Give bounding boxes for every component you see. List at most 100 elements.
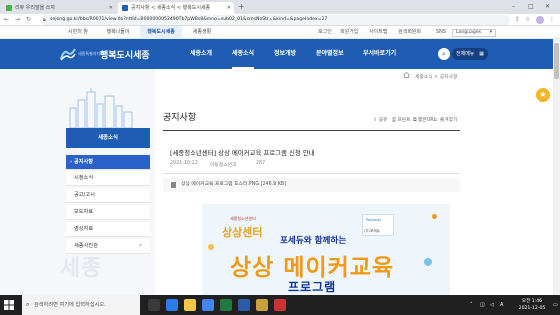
site-logo-text[interactable]: 행복도시세종 bbox=[100, 48, 150, 61]
profile-avatar[interactable] bbox=[536, 16, 544, 24]
all-menu-button[interactable]: 전체메뉴 ▦ bbox=[452, 48, 488, 60]
tab-close-icon[interactable]: ✕ bbox=[227, 2, 231, 14]
reload-icon[interactable]: ↻ bbox=[26, 15, 31, 25]
new-tab-button[interactable]: + bbox=[238, 2, 245, 12]
signup-link[interactable]: 회원가입 bbox=[340, 26, 358, 39]
sidebar-item-announcements[interactable]: 공고/고시 bbox=[66, 188, 150, 203]
tray-up-icon[interactable]: ˄ bbox=[470, 295, 473, 315]
share-icon[interactable]: ⇪ bbox=[515, 15, 520, 25]
print-button[interactable]: ⎙ 프린트 bbox=[392, 116, 411, 123]
sidebar-item-press[interactable]: 보도자료 bbox=[66, 205, 150, 220]
sidebar-item-notice[interactable]: › 공지사항 bbox=[66, 155, 150, 170]
clock-time: 오전 1:46 bbox=[521, 299, 543, 304]
poster-title-2: 프로그램 bbox=[288, 280, 337, 294]
app-icon[interactable] bbox=[274, 299, 286, 311]
scrollbar-thumb[interactable] bbox=[554, 43, 559, 79]
excel-app-icon[interactable] bbox=[220, 299, 232, 311]
notification-icon[interactable]: ▭ bbox=[553, 295, 558, 315]
chevron-down-icon: ▾ bbox=[489, 30, 492, 35]
sitemap-link[interactable]: 사이트맵 bbox=[369, 26, 387, 39]
close-window-button[interactable]: ✕ bbox=[545, 2, 550, 12]
home-icon[interactable] bbox=[403, 72, 410, 78]
share-icon: ⇧ bbox=[373, 118, 378, 123]
ime-indicator[interactable]: A bbox=[500, 295, 503, 315]
site-link-citizen[interactable]: 시민의 창 bbox=[60, 26, 96, 39]
taskbar-clock[interactable]: 오전 1:46 2021-12-05 bbox=[512, 298, 552, 312]
sidebar-item-video[interactable]: 영상자료 bbox=[66, 222, 150, 237]
post-department: 아동청소년과 bbox=[210, 163, 237, 168]
tab-favicon-icon bbox=[122, 5, 128, 11]
poster-brand: 상상센터 bbox=[222, 226, 263, 239]
favorite-button[interactable]: ☆ 즐겨찾기 bbox=[434, 116, 458, 123]
url-text: sejong.go.kr/bbs/R0071/view.do?nttId=B00… bbox=[50, 17, 328, 22]
sidebar-item-label: 공지사항 bbox=[73, 159, 94, 165]
print-icon: ⎙ bbox=[392, 118, 396, 123]
edge-app-icon[interactable] bbox=[166, 299, 178, 311]
favorite-star-icon[interactable]: ★ bbox=[536, 88, 550, 102]
gnb-open-info[interactable]: 정보개방 bbox=[274, 39, 296, 69]
poster-partner-name: Ponsedu bbox=[366, 218, 382, 222]
browser-tab-1[interactable]: 리뷰 우리말을 쓰자 ✕ bbox=[2, 2, 116, 14]
address-bar[interactable]: 🔒︎ sejong.go.kr/bbs/R0071/view.do?nttId=… bbox=[40, 15, 510, 25]
sejong-logo-icon[interactable] bbox=[60, 47, 76, 61]
back-icon[interactable]: ← bbox=[4, 15, 9, 25]
external-link-icon: ↗ bbox=[137, 243, 142, 249]
short-url-button[interactable]: ⧉ 짧은URL bbox=[413, 116, 436, 123]
post-date: 2021-10-22 bbox=[170, 161, 198, 166]
sns-link[interactable]: SNS bbox=[436, 26, 446, 39]
tab-close-icon[interactable]: ✕ bbox=[109, 2, 113, 14]
forward-icon[interactable]: → bbox=[15, 15, 20, 25]
login-link[interactable]: 로그인 bbox=[318, 26, 332, 39]
site-link-sejong[interactable]: 행복도시세종 bbox=[140, 26, 182, 39]
hwp-app-icon[interactable] bbox=[256, 299, 268, 311]
search-icon[interactable]: ⌕ bbox=[438, 48, 450, 60]
attachment-link[interactable]: 상상 메이커교육 프로그램 포스터.PNG [246.9 KB] bbox=[181, 182, 286, 187]
browser-tab-2[interactable]: 공지사항 < 세종소식 < 행복도시세종 ✕ bbox=[118, 2, 234, 14]
share-button[interactable]: ⇧ 공유 bbox=[373, 116, 387, 123]
decor-dot bbox=[208, 244, 214, 250]
file-icon bbox=[171, 182, 176, 188]
decor-dot bbox=[432, 214, 437, 219]
decor-dot bbox=[424, 258, 432, 266]
sidebar-item-photos[interactable]: 세종사진관 ↗ bbox=[66, 239, 150, 254]
volume-icon[interactable]: ◁ bbox=[490, 295, 494, 315]
gnb-field-info[interactable]: 분야별정보 bbox=[316, 39, 344, 69]
sidebar-item-label: 세종사진관 bbox=[74, 243, 98, 249]
link-icon: ⧉ bbox=[413, 118, 417, 123]
bookmark-star-icon[interactable]: ☆ bbox=[525, 15, 530, 25]
windows-taskbar: ⌕ 검색하려면 여기에 입력하십시오. ˄ ◫ ◁ A 오전 1:46 2021… bbox=[0, 295, 560, 315]
site-utility-bar: 시민의 창 행복나들이 행복도시세종 세종생활 로그인 회원가입 사이트맵 검색… bbox=[0, 26, 560, 39]
sidebar-item-label: 영상자료 bbox=[74, 226, 94, 232]
chrome-app-icon[interactable] bbox=[202, 299, 214, 311]
site-link-life[interactable]: 세종생활 bbox=[184, 26, 220, 39]
maximize-button[interactable]: □ bbox=[528, 2, 534, 12]
task-view-icon[interactable] bbox=[148, 299, 160, 311]
browser-menu-icon[interactable]: ⋮ bbox=[549, 15, 555, 25]
minimize-button[interactable]: – bbox=[512, 2, 515, 12]
search-icon: ⌕ bbox=[26, 301, 30, 308]
windows-start-icon[interactable] bbox=[4, 300, 14, 310]
lock-icon: 🔒︎ bbox=[43, 17, 46, 23]
gnb-intro[interactable]: 세종소개 bbox=[190, 39, 212, 69]
site-header: 세종특별자치시 행복도시세종 세종소개 세종소식 정보개방 분야별정보 부서바로… bbox=[0, 39, 560, 69]
network-icon[interactable]: ◫ bbox=[480, 295, 485, 315]
share-label: 공유 bbox=[378, 118, 388, 123]
poster-title: 상상 메이커교육 bbox=[230, 255, 395, 281]
page-title: 공지사항 bbox=[163, 113, 197, 123]
gnb-news[interactable]: 세종소식 bbox=[232, 39, 255, 69]
language-select[interactable]: Languages ▾ bbox=[452, 29, 496, 37]
file-explorer-app-icon[interactable] bbox=[184, 299, 196, 311]
page-scrollbar[interactable] bbox=[553, 39, 560, 295]
search-member-link[interactable]: 검색회원회 bbox=[398, 26, 421, 39]
poster-brand-small: 세종청소년센터 bbox=[230, 216, 256, 221]
word-app-icon[interactable] bbox=[238, 299, 250, 311]
gnb-departments[interactable]: 부서바로가기 bbox=[363, 39, 396, 69]
sidebar-item-city-news[interactable]: 시정소식 bbox=[66, 171, 150, 186]
print-label: 프린트 bbox=[397, 118, 411, 123]
taskbar-search[interactable]: ⌕ 검색하려면 여기에 입력하십시오. bbox=[22, 295, 140, 315]
attachment-row[interactable]: 상상 메이커교육 프로그램 포스터.PNG [246.9 KB] bbox=[163, 178, 460, 192]
city-skyline-illustration bbox=[69, 88, 133, 128]
clock-date: 2021-12-05 bbox=[518, 306, 546, 311]
site-link-outing[interactable]: 행복나들이 bbox=[98, 26, 138, 39]
browser-toolbar: ← → ↻ 🔒︎ sejong.go.kr/bbs/R0071/view.do?… bbox=[0, 14, 560, 26]
